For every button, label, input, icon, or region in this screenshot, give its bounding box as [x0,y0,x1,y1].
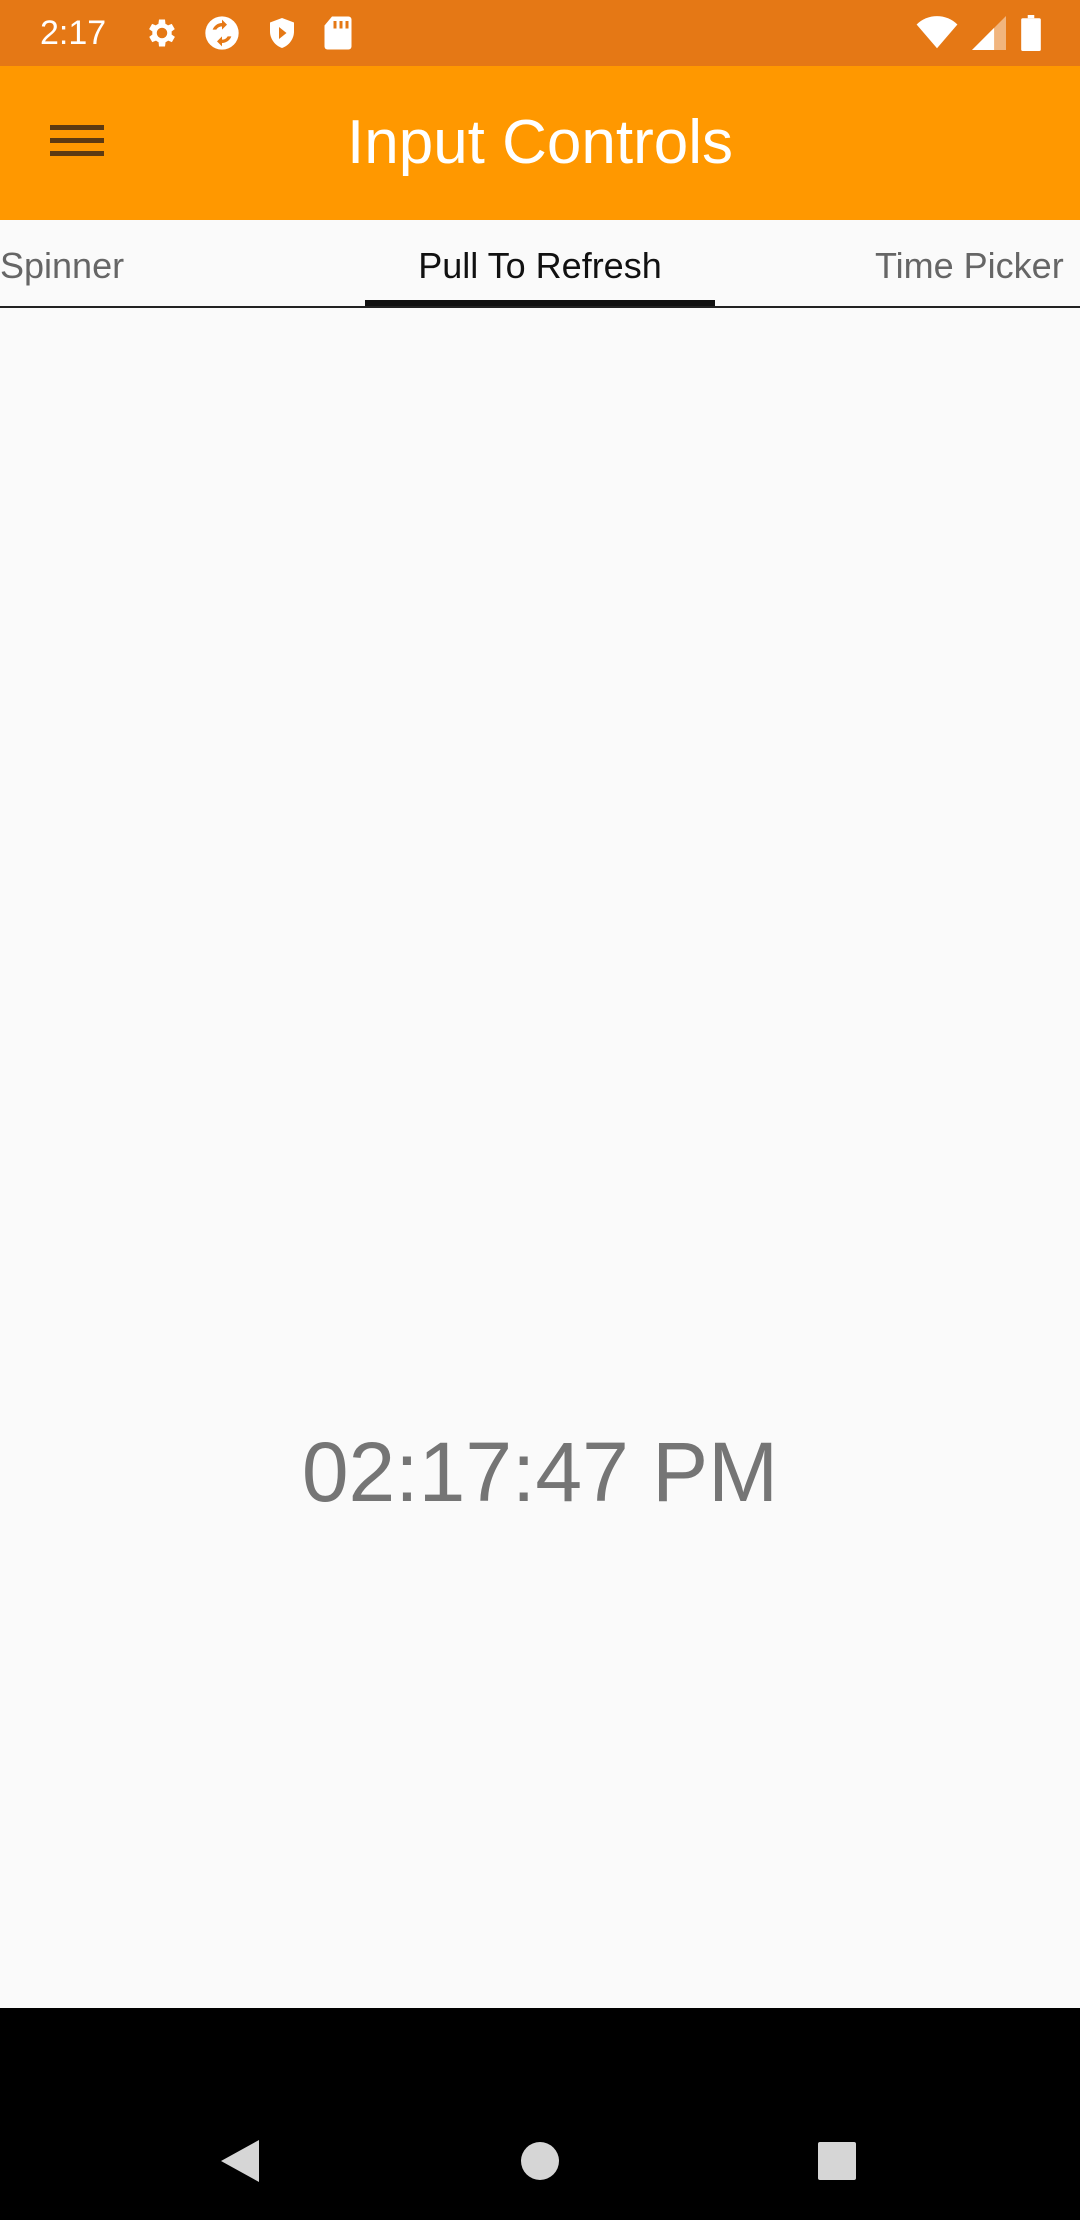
tab-bar: Spinner Pull To Refresh Time Picker [0,220,1080,308]
home-button[interactable] [505,2128,575,2198]
status-notification-icons [144,14,354,52]
page-title: Input Controls [347,108,733,177]
recents-icon [816,2140,858,2187]
pull-to-refresh-area[interactable]: 02:17:47 PM [0,310,1080,2008]
app-bar: Input Controls [0,66,1080,220]
back-button[interactable] [205,2128,275,2198]
home-icon [519,2140,561,2187]
tab-selected-indicator [365,300,715,306]
recents-button[interactable] [802,2128,872,2198]
sync-icon [202,13,242,53]
wifi-icon [916,16,958,50]
tab-pull-to-refresh[interactable]: Pull To Refresh [365,220,715,306]
back-icon [217,2136,263,2191]
tab-time-picker[interactable]: Time Picker [875,220,1064,306]
sd-card-icon [322,15,354,51]
clock-text: 02:17:47 PM [301,1425,779,1519]
status-bar: 2:17 [0,0,1080,66]
navigation-bar [0,2008,1080,2220]
tab-spinner[interactable]: Spinner [0,220,124,306]
status-system-icons [916,14,1042,52]
settings-icon [144,15,180,51]
cell-signal-icon [972,16,1006,50]
menu-button[interactable] [30,106,124,180]
hamburger-menu-icon [50,121,104,166]
play-shield-icon [264,14,300,52]
battery-icon [1020,15,1042,51]
status-time: 2:17 [40,14,107,52]
